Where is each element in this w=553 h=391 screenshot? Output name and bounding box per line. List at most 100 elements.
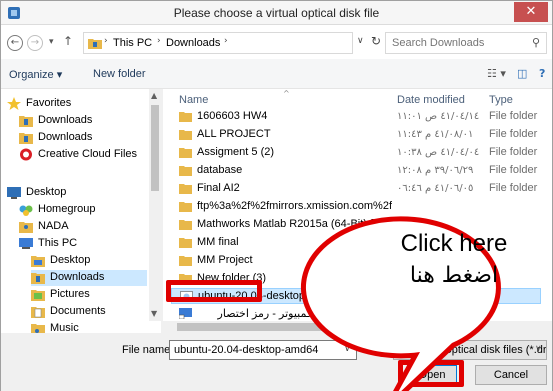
organize-button[interactable]: Organize ▾ bbox=[9, 68, 62, 81]
file-name: New folder (3) bbox=[197, 272, 267, 284]
nav-item-this-pc[interactable]: This PC bbox=[19, 236, 147, 252]
file-row[interactable]: Assigment 5 (2) ٤١/٠٤/٠٤ ص ١٠:٣٨ File fo… bbox=[171, 145, 541, 161]
column-header-type[interactable]: Type bbox=[489, 94, 513, 106]
disc-image-icon bbox=[180, 291, 193, 302]
file-row[interactable]: ALL PROJECT ٤١/٠٨/٠١ م ١١:٤٣ File folder bbox=[171, 127, 541, 143]
nav-item-creative-cloud[interactable]: Creative Cloud Files bbox=[19, 147, 147, 163]
address-row: ← → ▾ ↑ › This PC › Downloads › ∨ ↻ ⚲ bbox=[1, 25, 552, 59]
file-name-input[interactable]: ubuntu-20.04-desktop-amd64 bbox=[169, 340, 357, 360]
file-name: MM Project bbox=[197, 254, 253, 266]
folder-icon bbox=[179, 256, 192, 266]
recent-locations-button[interactable]: ▾ bbox=[49, 37, 54, 47]
user-folder-icon bbox=[19, 222, 33, 233]
nav-scrollbar[interactable]: ▲ ▼ bbox=[149, 89, 161, 321]
file-row-selected[interactable]: ubuntu-20.04-desktop-amd64 bbox=[171, 288, 541, 304]
open-button[interactable]: Open bbox=[407, 365, 457, 385]
folder-icon bbox=[179, 202, 192, 212]
address-bar[interactable]: › This PC › Downloads › bbox=[83, 32, 353, 54]
nav-item-downloads[interactable]: Downloads bbox=[19, 130, 147, 146]
close-button[interactable]: ✕ bbox=[514, 2, 548, 22]
nav-item-nada[interactable]: NADA bbox=[19, 219, 147, 235]
nav-item-label: Pictures bbox=[50, 288, 90, 300]
nav-scrollbar-thumb[interactable] bbox=[151, 105, 159, 191]
breadcrumb-separator: › bbox=[104, 36, 108, 46]
file-type: File folder bbox=[489, 110, 538, 122]
nav-item-label: Music bbox=[50, 322, 79, 333]
up-button[interactable]: ↑ bbox=[63, 34, 73, 48]
view-options-button[interactable]: ☷ ▾ bbox=[487, 67, 506, 80]
file-name: MM final bbox=[197, 236, 239, 248]
nav-item-favorites[interactable]: Favorites bbox=[7, 96, 147, 112]
help-button[interactable]: ? bbox=[539, 67, 545, 80]
preview-pane-button[interactable]: ◫ bbox=[517, 67, 527, 80]
file-row[interactable]: database ٣٩/٠٦/٢٩ م ١٢:٠٨ File folder bbox=[171, 163, 541, 179]
new-folder-button[interactable]: New folder bbox=[93, 68, 146, 80]
refresh-button[interactable]: ↻ bbox=[371, 34, 381, 48]
callout-text-english: Click here bbox=[400, 230, 508, 257]
downloads-folder-icon bbox=[88, 39, 102, 49]
file-row[interactable]: 1606603 HW4 ٤١/٠٤/١٤ ص ١١:٠١ File folder bbox=[171, 109, 541, 125]
nav-item-homegroup[interactable]: Homegroup bbox=[19, 202, 147, 218]
documents-folder-icon bbox=[31, 307, 45, 318]
column-header-name[interactable]: Name bbox=[179, 94, 208, 106]
nav-item-label: Homegroup bbox=[38, 203, 96, 215]
folder-icon bbox=[179, 166, 192, 176]
search-icon[interactable]: ⚲ bbox=[532, 36, 540, 49]
search-box[interactable]: ⚲ bbox=[385, 32, 547, 54]
nav-item-music[interactable]: Music bbox=[31, 321, 147, 333]
search-input[interactable] bbox=[392, 36, 522, 50]
breadcrumb-separator: › bbox=[224, 36, 228, 46]
back-button[interactable]: ← bbox=[7, 35, 23, 51]
nav-item-label: NADA bbox=[38, 220, 69, 232]
folder-icon bbox=[179, 130, 192, 140]
file-type: File folder bbox=[489, 182, 538, 194]
file-type: File folder bbox=[489, 128, 538, 140]
homegroup-icon bbox=[19, 205, 33, 216]
dialog-footer: File name: ubuntu-20.04-desktop-amd64 ∨ … bbox=[1, 333, 552, 391]
nav-item-label: Downloads bbox=[50, 271, 105, 283]
horizontal-scrollbar-thumb[interactable] bbox=[177, 323, 377, 331]
file-row[interactable]: ftp%3a%2f%2fmirrors.xmission.com%2fc... bbox=[171, 199, 541, 215]
file-name-dropdown-icon[interactable]: ∨ bbox=[344, 344, 351, 354]
star-icon bbox=[7, 97, 21, 110]
nav-item-desktop-root[interactable]: Desktop bbox=[7, 185, 147, 201]
column-header-date[interactable]: Date modified bbox=[397, 94, 465, 106]
shortcut-icon bbox=[179, 308, 192, 319]
computer-icon bbox=[19, 238, 33, 249]
file-date: ٣٩/٠٦/٢٩ م ١٢:٠٨ bbox=[397, 165, 474, 176]
nav-item-documents[interactable]: Documents bbox=[31, 304, 147, 320]
scroll-down-arrow-icon[interactable]: ▼ bbox=[151, 309, 157, 318]
nav-item-downloads-selected[interactable]: Downloads bbox=[31, 270, 147, 286]
file-dialog-window: Please choose a virtual optical disk fil… bbox=[0, 0, 553, 391]
file-name: Final AI2 bbox=[197, 182, 240, 194]
address-dropdown-button[interactable]: ∨ bbox=[357, 36, 364, 46]
folder-icon bbox=[179, 184, 192, 194]
nav-item-downloads[interactable]: Downloads bbox=[19, 113, 147, 129]
forward-button[interactable]: → bbox=[27, 35, 43, 51]
breadcrumb-this-pc[interactable]: This PC bbox=[113, 37, 152, 49]
nav-item-label: Desktop bbox=[50, 254, 91, 266]
nav-item-label: Downloads bbox=[38, 114, 93, 126]
file-name: Assigment 5 (2) bbox=[197, 146, 275, 158]
file-row[interactable]: Final AI2 ٤١/٠٦/٠٥ م ٠٦:٤٦ File folder bbox=[171, 181, 541, 197]
breadcrumb-downloads[interactable]: Downloads bbox=[166, 37, 220, 49]
nav-item-label: This PC bbox=[38, 237, 78, 249]
file-date: ٤١/٠٤/٠٤ ص ١٠:٣٨ bbox=[397, 147, 480, 158]
file-name-label: File name: bbox=[122, 344, 174, 356]
file-name: 1606603 HW4 bbox=[197, 110, 268, 122]
cancel-button[interactable]: Cancel bbox=[475, 365, 547, 385]
window-title: Please choose a virtual optical disk fil… bbox=[173, 6, 380, 20]
nav-item-label: Desktop bbox=[26, 186, 67, 198]
file-type-filter-select[interactable]: All virtual optical disk files (*.dr bbox=[393, 340, 547, 360]
file-name: ftp%3a%2f%2fmirrors.xmission.com%2fc... bbox=[197, 200, 392, 212]
file-type-dropdown-icon[interactable]: ∨ bbox=[535, 344, 542, 354]
nav-item-desktop[interactable]: Desktop bbox=[31, 253, 147, 269]
horizontal-scrollbar[interactable] bbox=[163, 321, 552, 333]
file-name: ALL PROJECT bbox=[197, 128, 271, 140]
file-row[interactable]: هذا الكمبيوتر - رمز اختصار bbox=[171, 306, 541, 322]
title-bar: Please choose a virtual optical disk fil… bbox=[1, 1, 552, 25]
nav-item-pictures[interactable]: Pictures bbox=[31, 287, 147, 303]
scroll-up-arrow-icon[interactable]: ▲ bbox=[151, 91, 157, 100]
file-name: database bbox=[197, 164, 243, 176]
folder-icon bbox=[179, 220, 192, 230]
